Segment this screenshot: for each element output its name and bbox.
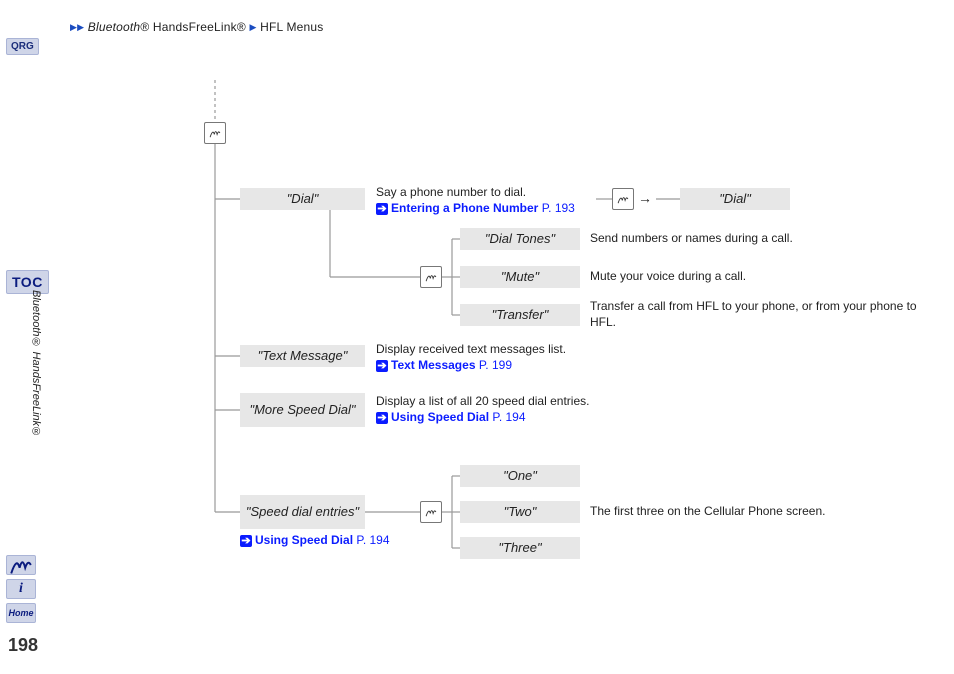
breadcrumb: ▶▶ Bluetooth® HandsFreeLink® ▶ HFL Menus bbox=[70, 20, 324, 34]
info-icon-button[interactable]: i bbox=[6, 579, 36, 599]
toc-button[interactable]: TOC bbox=[6, 270, 49, 294]
qrg-button[interactable]: QRG bbox=[6, 38, 39, 55]
section-vertical-label: Bluetooth® HandsFreeLink® bbox=[30, 290, 42, 438]
home-icon-button[interactable]: Home bbox=[6, 603, 36, 623]
hfl-menu-diagram: "Dial" "Text Message" "More Speed Dial" … bbox=[60, 80, 940, 620]
voice-icon-button[interactable] bbox=[6, 555, 36, 575]
page-number: 198 bbox=[8, 635, 38, 656]
